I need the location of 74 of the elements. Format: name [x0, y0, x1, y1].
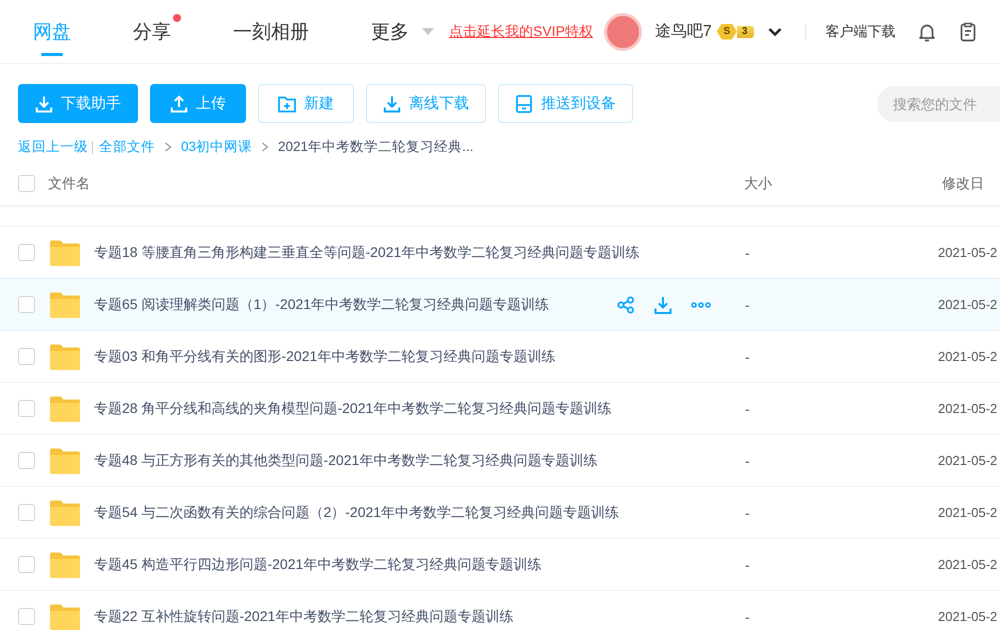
file-row[interactable]: 专题65 阅读理解类问题（1）-2021年中考数学二轮复习经典问题专题训练 - 2021-05-2	[0, 278, 1000, 331]
breadcrumb-separator-icon	[164, 142, 172, 152]
file-row[interactable]: 专题22 互补性旋转问题-2021年中考数学二轮复习经典问题专题训练 - 2021-05-2	[0, 591, 1000, 630]
file-size: -	[745, 608, 751, 624]
nav-tab[interactable]: 更多	[371, 0, 434, 63]
file-name[interactable]: 专题65 阅读理解类问题（1）-2021年中考数学二轮复习经典问题专题训练	[94, 296, 550, 314]
notification-bell-icon[interactable]	[917, 22, 938, 42]
file-name[interactable]: 专题28 角平分线和高线的夹角模型问题-2021年中考数学二轮复习经典问题专题训练	[94, 400, 612, 418]
nav-tab[interactable]: 一刻相册	[233, 0, 309, 63]
nav-tab[interactable]: 分享	[133, 0, 171, 63]
folder-icon	[50, 292, 80, 318]
file-size: -	[745, 452, 751, 468]
download-icon[interactable]	[654, 296, 672, 314]
checkbox[interactable]	[18, 296, 35, 313]
folder-icon	[50, 240, 80, 266]
file-size: -	[745, 296, 751, 312]
modified-date: 2021-05-2	[938, 349, 998, 364]
svip-promo-link[interactable]: 点击延长我的SVIP特权	[449, 22, 593, 40]
file-name[interactable]: 专题45 构造平行四边形问题-2021年中考数学二轮复习经典问题专题训练	[94, 556, 542, 574]
svip-badge: S	[716, 24, 737, 40]
download-icon	[383, 94, 401, 112]
checkbox[interactable]	[18, 400, 35, 417]
clipboard-icon[interactable]	[958, 22, 978, 42]
folder-icon	[50, 344, 80, 370]
client-download-link[interactable]: 客户端下载	[825, 22, 896, 40]
file-size: -	[745, 556, 751, 572]
file-row[interactable]: 专题28 角平分线和高线的夹角模型问题-2021年中考数学二轮复习经典问题专题训练 - 2021-05-2	[0, 383, 1000, 435]
file-name[interactable]: 专题18 等腰直角三角形构建三垂直全等问题-2021年中考数学二轮复习经典问题专题训练	[94, 244, 640, 262]
folder-icon	[50, 604, 80, 630]
file-size: -	[745, 504, 751, 520]
checkbox[interactable]	[18, 556, 35, 573]
upload-icon	[170, 94, 188, 112]
folder-plus-icon	[278, 94, 296, 112]
checkbox[interactable]	[18, 348, 35, 365]
share-icon[interactable]	[617, 296, 635, 314]
folder-icon	[50, 448, 80, 474]
file-name[interactable]: 专题03 和角平分线有关的图形-2021年中考数学二轮复习经典问题专题训练	[94, 348, 556, 366]
file-size: -	[745, 244, 751, 260]
file-name[interactable]: 专题48 与正方形有关的其他类型问题-2021年中考数学二轮复习经典问题专题训练	[94, 452, 598, 470]
user-name[interactable]: 途鸟吧7	[654, 21, 712, 42]
modified-date: 2021-05-2	[938, 453, 998, 468]
breadcrumb-item: 2021年中考数学二轮复习经典...	[278, 138, 474, 156]
modified-date: 2021-05-2	[938, 505, 998, 520]
modified-date: 2021-05-2	[938, 557, 998, 572]
modified-date: 2021-05-2	[938, 297, 998, 312]
file-name[interactable]: 专题22 互补性旋转问题-2021年中考数学二轮复习经典问题专题训练	[94, 608, 514, 626]
search-field[interactable]: 搜索您的文件	[877, 86, 1000, 122]
file-row[interactable]: 专题54 与二次函数有关的综合问题（2）-2021年中考数学二轮复习经典问题专题训练 - 2021-05-2	[0, 487, 1000, 539]
checkbox[interactable]	[18, 452, 35, 469]
folder-icon	[50, 552, 80, 578]
file-size: -	[745, 400, 751, 416]
avatar[interactable]	[604, 12, 642, 50]
level-badge: 3	[736, 26, 754, 38]
file-name[interactable]: 专题54 与二次函数有关的综合问题（2）-2021年中考数学二轮复习经典问题专题训练	[94, 504, 620, 522]
file-row[interactable]: 专题45 构造平行四边形问题-2021年中考数学二轮复习经典问题专题训练 - 2021-05-2	[0, 539, 1000, 591]
checkbox[interactable]	[18, 504, 35, 521]
checkbox[interactable]	[18, 244, 35, 261]
folder-icon	[50, 500, 80, 526]
checkbox[interactable]	[18, 608, 35, 625]
modified-date: 2021-05-2	[938, 401, 998, 416]
modified-date: 2021-05-2	[938, 245, 998, 260]
device-icon	[515, 94, 533, 112]
more-icon[interactable]	[691, 302, 711, 308]
column-header[interactable]: 大小	[744, 174, 942, 192]
file-row[interactable]: 专题48 与正方形有关的其他类型问题-2021年中考数学二轮复习经典问题专题训练 - 2021-05-2	[0, 435, 1000, 487]
file-size: -	[745, 348, 751, 364]
modified-date: 2021-05-2	[938, 609, 998, 624]
file-row[interactable]: 专题03 和角平分线有关的图形-2021年中考数学二轮复习经典问题专题训练 - 2021-05-2	[0, 331, 1000, 383]
column-header[interactable]: 修改日	[942, 174, 984, 192]
folder-icon	[50, 396, 80, 422]
checkbox[interactable]	[18, 175, 35, 192]
download-icon	[35, 94, 53, 112]
breadcrumb-separator-icon	[261, 142, 270, 152]
column-header[interactable]: 文件名	[48, 174, 744, 192]
